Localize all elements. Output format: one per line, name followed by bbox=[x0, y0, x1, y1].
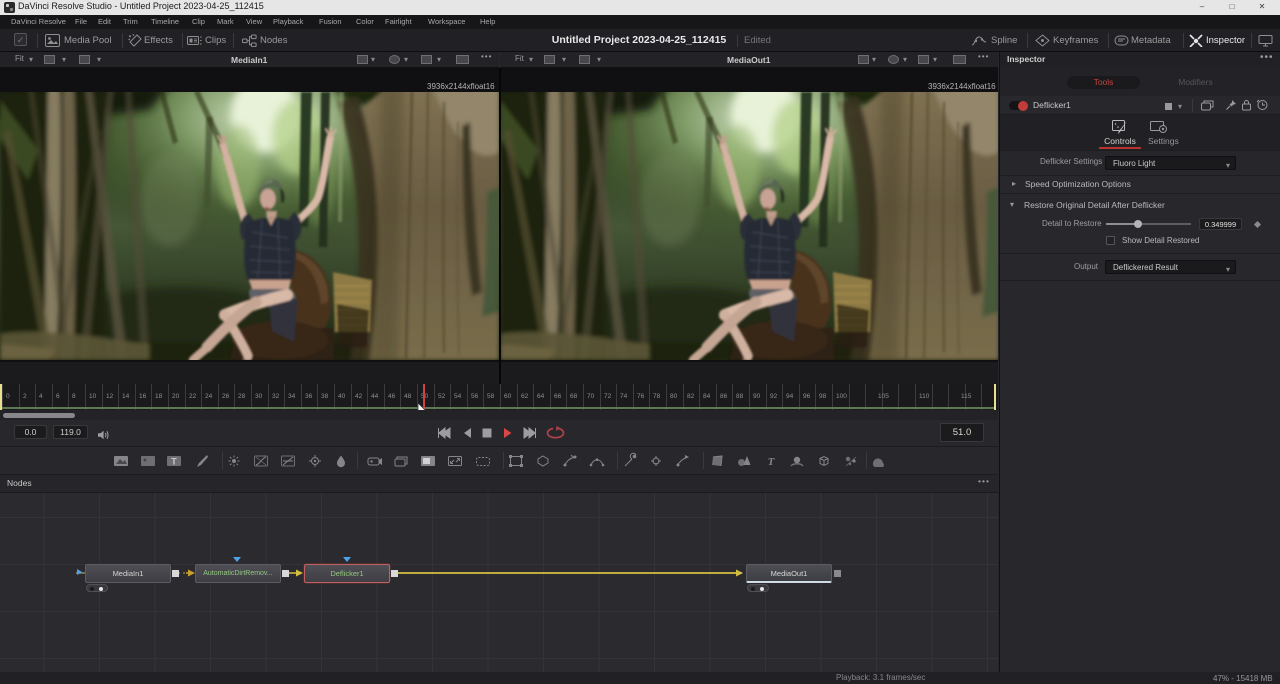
svg-text:T: T bbox=[768, 456, 776, 468]
svg-text:T: T bbox=[171, 457, 177, 467]
